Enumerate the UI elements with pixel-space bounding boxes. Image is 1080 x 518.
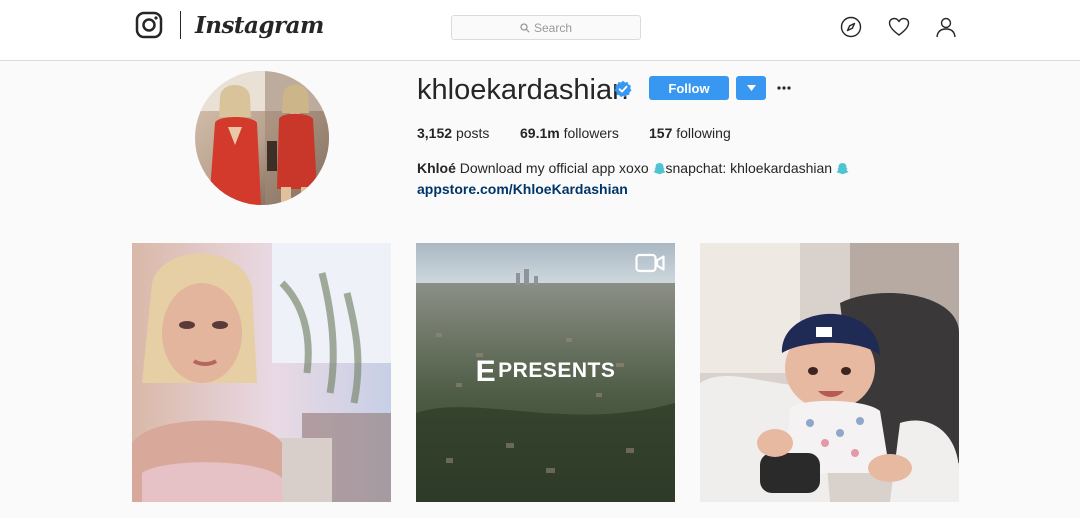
post-image-baby [700,243,959,502]
e-network-mark: E [475,355,497,388]
post-image-selfie [132,243,391,502]
video-overlay-title: EPRESENTS [416,355,675,389]
profile-username: khloekardashian [417,74,629,106]
explore-icon[interactable] [840,16,862,38]
posts-count: 3,152 [417,125,453,141]
profile-bio: Khloé Download my official app xoxo snap… [417,158,877,200]
profile-icon[interactable] [935,16,957,38]
posts-stat: 3,152 posts [417,124,489,142]
followers-count: 69.1m [520,125,560,141]
follow-button[interactable]: Follow [649,76,729,100]
snapchat-ghost-icon [836,163,849,175]
snapchat-ghost-icon [652,163,666,175]
bio-text: Download my official app xoxo [459,160,649,176]
bio-link[interactable]: appstore.com/KhloeKardashian [417,179,877,200]
video-icon [635,253,665,273]
followers-label: followers [563,125,619,141]
heart-icon[interactable] [888,16,910,38]
bio-line: Khloé Download my official app xoxo snap… [417,158,877,179]
followers-stat[interactable]: 69.1m followers [520,124,619,142]
top-nav: Instagram Search [0,0,1080,61]
more-icon [777,86,791,90]
following-stat[interactable]: 157 following [649,124,731,142]
avatar[interactable] [195,71,329,205]
suggested-dropdown-button[interactable] [736,76,766,100]
post-thumbnail[interactable] [132,243,391,502]
search-placeholder: Search [533,20,573,35]
avatar-photo [195,71,329,205]
more-options-button[interactable] [774,76,794,100]
verified-badge-icon [614,80,632,98]
chevron-down-icon [746,85,756,91]
following-count: 157 [649,125,673,141]
post-thumbnail[interactable]: EPRESENTS [416,243,675,502]
video-overlay-text: PRESENTS [498,359,616,382]
search-icon [520,22,530,33]
logo-divider [180,11,181,39]
following-label: following [676,125,731,141]
posts-label: posts [455,125,490,141]
bio-name: Khloé [417,160,456,176]
search-input[interactable]: Search [451,15,641,40]
post-thumbnail[interactable] [700,243,959,502]
instagram-glyph-icon[interactable] [135,11,163,39]
instagram-wordmark[interactable]: Instagram [195,8,324,44]
bio-snapchat-text: snapchat: khloekardashian [665,160,833,176]
